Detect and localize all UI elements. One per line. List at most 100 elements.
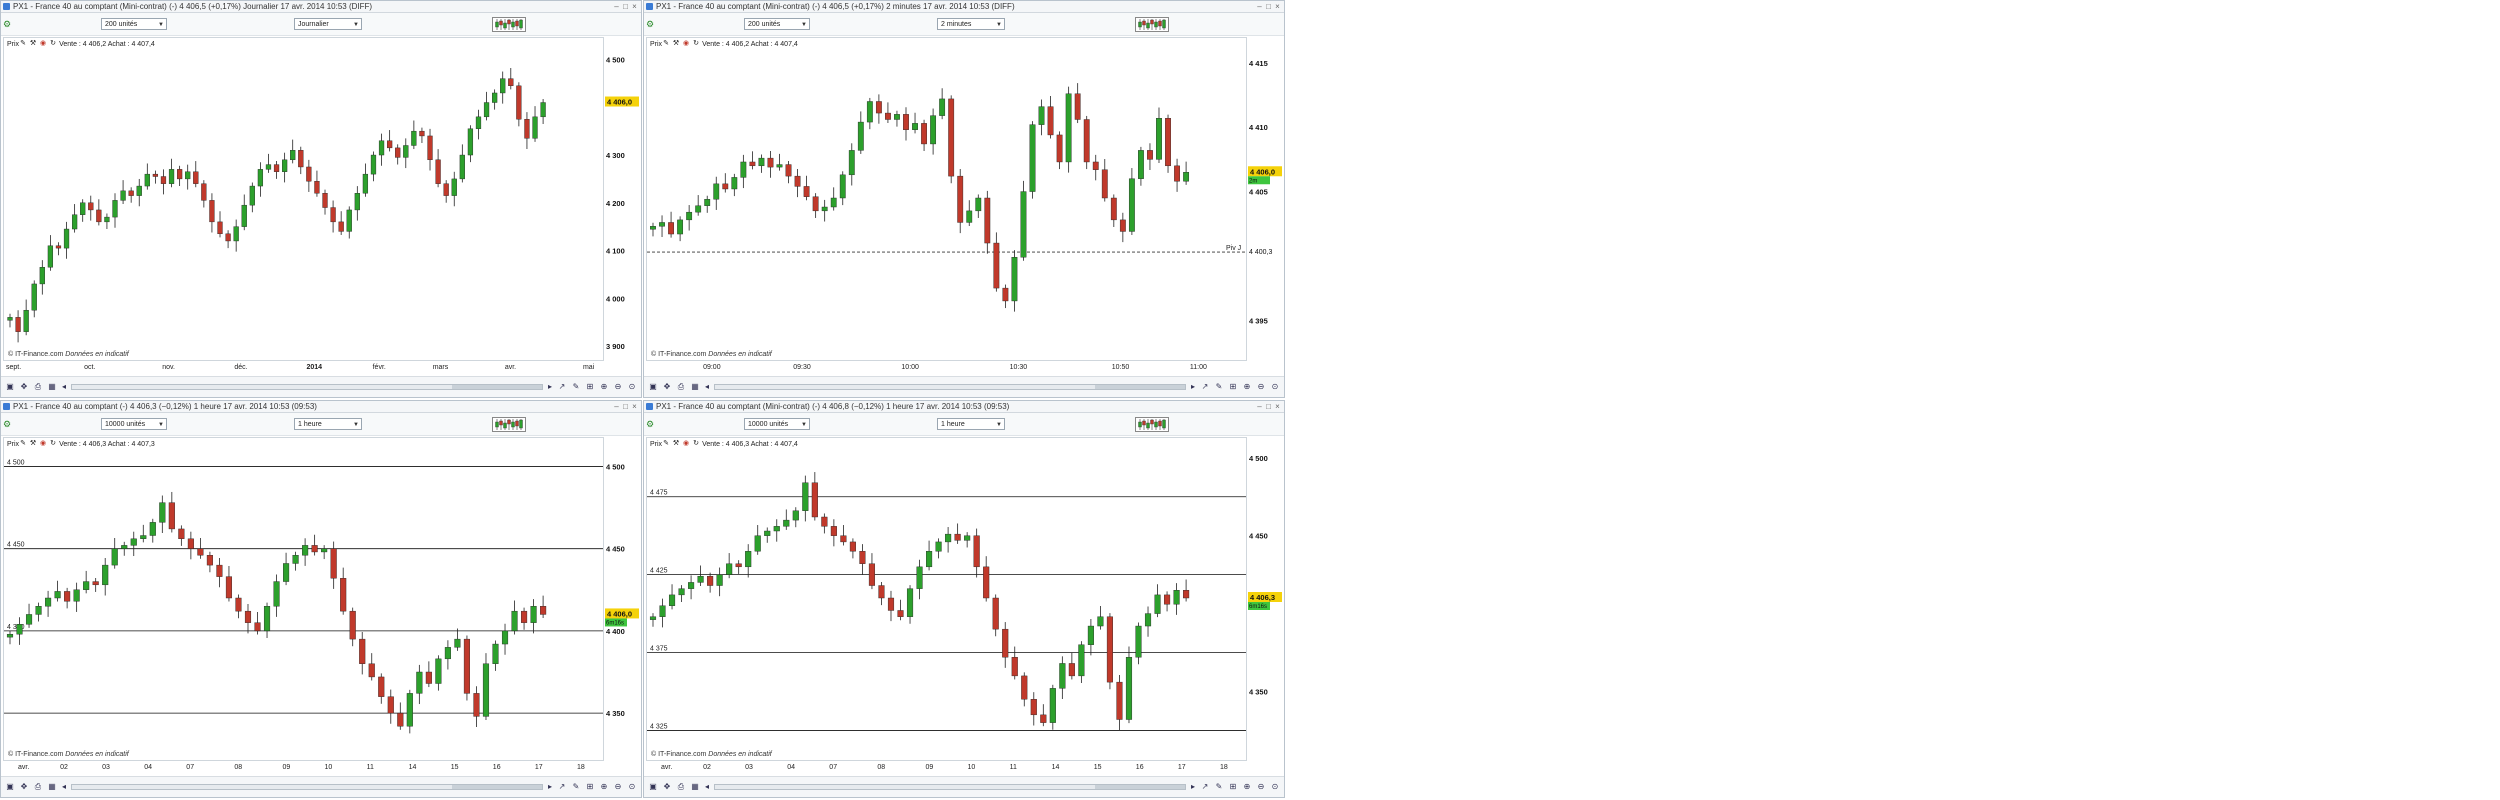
edit-chart-icon[interactable]: ✎ bbox=[1214, 782, 1224, 792]
image-icon[interactable]: ▣ bbox=[648, 382, 658, 392]
scrollbar-thumb[interactable] bbox=[1095, 785, 1185, 789]
close-icon[interactable]: × bbox=[1273, 401, 1282, 412]
zoom-fit-icon[interactable]: ⊙ bbox=[627, 782, 637, 792]
candle-body bbox=[31, 283, 37, 311]
settings-icon[interactable]: ⚙ bbox=[3, 419, 11, 429]
zoom-out-icon[interactable]: ⊖ bbox=[1256, 382, 1266, 392]
candles-logo-icon[interactable] bbox=[1135, 17, 1169, 32]
scroll-left-icon[interactable]: ◂ bbox=[702, 382, 712, 392]
image-icon[interactable]: ▣ bbox=[5, 782, 15, 792]
scroll-right-icon[interactable]: ▸ bbox=[1188, 782, 1198, 792]
scroll-left-icon[interactable]: ◂ bbox=[702, 782, 712, 792]
y-tick-label: 4 350 bbox=[1249, 687, 1268, 696]
image-icon[interactable]: ▣ bbox=[5, 382, 15, 392]
zoom-in-icon[interactable]: ⊕ bbox=[599, 782, 609, 792]
plot-area[interactable]: Prix✎ ⚒ ◉ ↻ Vente : 4 406,2 Achat : 4 407,4 ©… bbox=[646, 37, 1247, 361]
scrollbar-thumb[interactable] bbox=[452, 385, 542, 389]
minimize-icon[interactable]: – bbox=[612, 401, 621, 412]
time-scrollbar[interactable] bbox=[71, 384, 543, 390]
print-icon[interactable]: ⎙ bbox=[676, 782, 686, 792]
zoom-fit-icon[interactable]: ⊙ bbox=[1270, 382, 1280, 392]
scroll-right-icon[interactable]: ▸ bbox=[1188, 382, 1198, 392]
zoom-out-icon[interactable]: ⊖ bbox=[613, 782, 623, 792]
grid-icon[interactable]: ▦ bbox=[690, 382, 700, 392]
time-scrollbar[interactable] bbox=[714, 384, 1186, 390]
zoom-in-icon[interactable]: ⊕ bbox=[599, 382, 609, 392]
grid-icon[interactable]: ▦ bbox=[690, 782, 700, 792]
grid-icon[interactable]: ▦ bbox=[47, 382, 57, 392]
plot-area[interactable]: Prix✎ ⚒ ◉ ↻ Vente : 4 406,3 Achat : 4 407,3 ©… bbox=[3, 437, 604, 761]
scroll-right-icon[interactable]: ▸ bbox=[545, 382, 555, 392]
zoom-out-icon[interactable]: ⊖ bbox=[1256, 782, 1266, 792]
zoom-in-icon[interactable]: ⊕ bbox=[1242, 782, 1252, 792]
candle-body bbox=[241, 204, 247, 227]
units-select[interactable]: 200 unités ▼ bbox=[101, 18, 167, 30]
time-scrollbar[interactable] bbox=[71, 784, 543, 790]
zoom-box-icon[interactable]: ⊞ bbox=[585, 782, 595, 792]
print-icon[interactable]: ⎙ bbox=[676, 382, 686, 392]
line-chart-icon[interactable]: ↗ bbox=[1200, 382, 1210, 392]
maximize-icon[interactable]: □ bbox=[621, 1, 630, 12]
pointer-icon[interactable]: ✥ bbox=[662, 782, 672, 792]
edit-chart-icon[interactable]: ✎ bbox=[571, 382, 581, 392]
candle-body bbox=[1020, 191, 1027, 258]
period-select[interactable]: 1 heure ▼ bbox=[294, 418, 362, 430]
candle-body bbox=[713, 183, 720, 200]
zoom-out-icon[interactable]: ⊖ bbox=[613, 382, 623, 392]
plot-area[interactable]: Prix✎ ⚒ ◉ ↻ Vente : 4 406,3 Achat : 4 407,4 ©… bbox=[646, 437, 1247, 761]
settings-icon[interactable]: ⚙ bbox=[3, 19, 11, 29]
close-icon[interactable]: × bbox=[630, 401, 639, 412]
settings-icon[interactable]: ⚙ bbox=[646, 419, 654, 429]
zoom-in-icon[interactable]: ⊕ bbox=[1242, 382, 1252, 392]
settings-icon[interactable]: ⚙ bbox=[646, 19, 654, 29]
period-select[interactable]: 2 minutes ▼ bbox=[937, 18, 1005, 30]
window-titlebar[interactable]: PX1 - France 40 au comptant (Mini-contra… bbox=[644, 1, 1284, 13]
line-chart-icon[interactable]: ↗ bbox=[1200, 782, 1210, 792]
window-titlebar[interactable]: PX1 - France 40 au comptant (-) 4 406,3 … bbox=[1, 401, 641, 413]
image-icon[interactable]: ▣ bbox=[648, 782, 658, 792]
minimize-icon[interactable]: – bbox=[1255, 401, 1264, 412]
maximize-icon[interactable]: □ bbox=[1264, 1, 1273, 12]
minimize-icon[interactable]: – bbox=[1255, 1, 1264, 12]
candle-body bbox=[1021, 675, 1028, 700]
zoom-fit-icon[interactable]: ⊙ bbox=[1270, 782, 1280, 792]
scrollbar-thumb[interactable] bbox=[452, 785, 542, 789]
scroll-left-icon[interactable]: ◂ bbox=[59, 782, 69, 792]
minimize-icon[interactable]: – bbox=[612, 1, 621, 12]
print-icon[interactable]: ⎙ bbox=[33, 382, 43, 392]
zoom-box-icon[interactable]: ⊞ bbox=[1228, 382, 1238, 392]
window-titlebar[interactable]: PX1 - France 40 au comptant (Mini-contra… bbox=[1, 1, 641, 13]
pointer-icon[interactable]: ✥ bbox=[19, 382, 29, 392]
plot-area[interactable]: Prix✎ ⚒ ◉ ↻ Vente : 4 406,2 Achat : 4 407,4 ©… bbox=[3, 37, 604, 361]
candle-body bbox=[454, 638, 461, 648]
pointer-icon[interactable]: ✥ bbox=[19, 782, 29, 792]
scrollbar-thumb[interactable] bbox=[1095, 385, 1185, 389]
zoom-box-icon[interactable]: ⊞ bbox=[1228, 782, 1238, 792]
close-icon[interactable]: × bbox=[630, 1, 639, 12]
scroll-left-icon[interactable]: ◂ bbox=[59, 382, 69, 392]
maximize-icon[interactable]: □ bbox=[1264, 401, 1273, 412]
candles-logo-icon[interactable] bbox=[1135, 417, 1169, 432]
period-select[interactable]: 1 heure ▼ bbox=[937, 418, 1005, 430]
units-select[interactable]: 10000 unités ▼ bbox=[101, 418, 167, 430]
close-icon[interactable]: × bbox=[1273, 1, 1282, 12]
candles-logo-icon[interactable] bbox=[492, 17, 526, 32]
grid-icon[interactable]: ▦ bbox=[47, 782, 57, 792]
line-chart-icon[interactable]: ↗ bbox=[557, 782, 567, 792]
time-scrollbar[interactable] bbox=[714, 784, 1186, 790]
pointer-icon[interactable]: ✥ bbox=[662, 382, 672, 392]
line-chart-icon[interactable]: ↗ bbox=[557, 382, 567, 392]
period-select[interactable]: Journalier ▼ bbox=[294, 18, 362, 30]
candles-logo-icon[interactable] bbox=[492, 417, 526, 432]
window-titlebar[interactable]: PX1 - France 40 au comptant (Mini-contra… bbox=[644, 401, 1284, 413]
scroll-right-icon[interactable]: ▸ bbox=[545, 782, 555, 792]
edit-chart-icon[interactable]: ✎ bbox=[571, 782, 581, 792]
units-select[interactable]: 200 unités ▼ bbox=[744, 18, 810, 30]
zoom-box-icon[interactable]: ⊞ bbox=[585, 382, 595, 392]
units-select[interactable]: 10000 unités ▼ bbox=[744, 418, 810, 430]
maximize-icon[interactable]: □ bbox=[621, 401, 630, 412]
edit-chart-icon[interactable]: ✎ bbox=[1214, 382, 1224, 392]
chevron-down-icon: ▼ bbox=[158, 22, 164, 28]
print-icon[interactable]: ⎙ bbox=[33, 782, 43, 792]
zoom-fit-icon[interactable]: ⊙ bbox=[627, 382, 637, 392]
